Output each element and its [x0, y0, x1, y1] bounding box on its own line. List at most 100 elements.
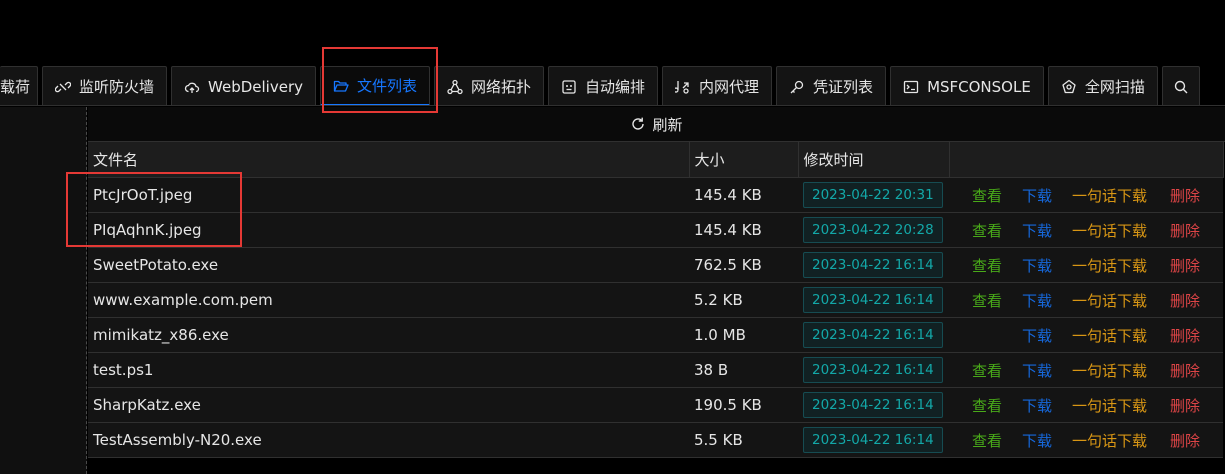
download-link[interactable]: 下载 — [1022, 430, 1072, 451]
tab-3[interactable]: 文件列表 — [319, 66, 430, 106]
modified-time-cell: 2023-04-22 16:14 — [798, 422, 949, 458]
tab-7[interactable]: 凭证列表 — [776, 66, 887, 106]
download-link[interactable]: 下载 — [1022, 395, 1072, 416]
tab-4[interactable]: 网络拓扑 — [434, 66, 545, 106]
oneliner-download-link[interactable]: 一句话下载 — [1072, 185, 1170, 206]
refresh-button[interactable]: 刷新 — [630, 114, 683, 135]
delete-link[interactable]: 删除 — [1170, 255, 1200, 276]
oneliner-download-link[interactable]: 一句话下载 — [1072, 430, 1170, 451]
file-toolbar: 刷新 — [88, 107, 1225, 142]
modified-time-tag: 2023-04-22 16:14 — [803, 252, 943, 278]
folder-open-icon — [333, 80, 349, 92]
tab-label: 监听防火墙 — [79, 78, 155, 96]
view-link[interactable]: 查看 — [972, 185, 1022, 206]
modified-time-cell: 2023-04-22 20:28 — [798, 212, 949, 248]
actions-cell: 查看 下载 一句话下载 删除 — [949, 352, 1223, 388]
tab-1[interactable]: 监听防火墙 — [42, 66, 168, 106]
tab-2[interactable]: WebDelivery — [171, 66, 316, 106]
column-header-size[interactable]: 大小 — [689, 142, 799, 178]
modified-time-cell: 2023-04-22 16:14 — [798, 352, 949, 388]
delete-link[interactable]: 删除 — [1170, 290, 1200, 311]
download-link[interactable]: 下载 — [1022, 185, 1072, 206]
actions-cell: 查看 下载 一句话下载 删除 — [949, 387, 1223, 423]
tab-label: 内网代理 — [699, 78, 760, 96]
modified-time-cell: 2023-04-22 16:14 — [798, 247, 949, 283]
tab-label: 网络拓扑 — [471, 78, 532, 96]
oneliner-download-link[interactable]: 一句话下载 — [1072, 360, 1170, 381]
download-link[interactable]: 下载 — [1022, 290, 1072, 311]
delete-link[interactable]: 删除 — [1170, 185, 1200, 206]
oneliner-download-link[interactable]: 一句话下载 — [1072, 395, 1170, 416]
modified-time-cell: 2023-04-22 20:31 — [798, 177, 949, 213]
oneliner-download-link[interactable]: 一句话下载 — [1072, 290, 1170, 311]
tab-bar: 载荷 监听防火墙 WebDelivery 文件列表 网络拓扑 自动编排 内网代理 凭证列表 MS… — [0, 66, 1225, 106]
modified-time-cell: 2023-04-22 16:14 — [798, 387, 949, 423]
search-icon — [1174, 80, 1188, 93]
download-link[interactable]: 下载 — [1022, 255, 1072, 276]
modified-time-tag: 2023-04-22 16:14 — [803, 357, 943, 383]
view-link[interactable]: 查看 — [972, 360, 1022, 381]
oneliner-download-link[interactable]: 一句话下载 — [1072, 255, 1170, 276]
delete-link[interactable]: 删除 — [1170, 325, 1200, 346]
table-row: SharpKatz.exe 190.5 KB 2023-04-22 16:14 查看下… — [88, 387, 1223, 423]
modified-time-tag: 2023-04-22 16:14 — [803, 322, 943, 348]
view-link[interactable]: 查看 — [972, 220, 1022, 241]
file-name-cell: PtcJrOoT.jpeg — [88, 177, 689, 213]
key-icon — [790, 80, 804, 93]
terminal-icon — [903, 80, 919, 93]
tab-label: 全网扫描 — [1084, 78, 1145, 96]
actions-cell: 查看 下载 一句话下载 删除 — [949, 177, 1223, 213]
view-link[interactable]: 查看 — [972, 290, 1022, 311]
delete-link[interactable]: 删除 — [1170, 220, 1200, 241]
file-name-cell: www.example.com.pem — [88, 282, 689, 318]
delete-link[interactable]: 删除 — [1170, 395, 1200, 416]
column-header-filename[interactable]: 文件名 — [88, 142, 690, 178]
modified-time-cell: 2023-04-22 16:14 — [798, 317, 949, 353]
file-size-cell: 5.5 KB — [689, 422, 798, 458]
actions-cell: 查看 下载 一句话下载 删除 — [949, 247, 1223, 283]
left-pane — [0, 107, 87, 474]
column-header-modified-time[interactable]: 修改时间 — [798, 142, 950, 178]
view-link[interactable]: 查看 — [972, 255, 1022, 276]
column-header-actions — [949, 142, 1224, 178]
tab-6[interactable]: 内网代理 — [662, 66, 773, 106]
modified-time-tag: 2023-04-22 16:14 — [803, 392, 943, 418]
tab-9[interactable]: 全网扫描 — [1047, 66, 1158, 106]
refresh-icon — [632, 117, 645, 130]
download-link[interactable]: 下载 — [1022, 220, 1072, 241]
tab-label: 载荷 — [0, 78, 31, 96]
tab-label: 凭证列表 — [813, 78, 874, 96]
table-row: test.ps1 38 B 2023-04-22 16:14 查看 下载 一句话下载 删除 — [88, 352, 1223, 388]
network-topology-icon — [447, 79, 463, 94]
view-link[interactable]: 查看 — [972, 430, 1022, 451]
actions-cell: 查看 下载 一句话下载 删除 — [949, 422, 1223, 458]
file-table: 文件名 大小 修改时间 PtcJrOoT.jpeg 145.4 KB 2023-04… — [88, 142, 1224, 458]
delete-link[interactable]: 删除 — [1170, 360, 1200, 381]
file-size-cell: 145.4 KB — [689, 212, 798, 248]
table-row: mimikatz_x86.exe 1.0 MB 2023-04-22 16:14 下载… — [88, 317, 1223, 353]
table-row: www.example.com.pem 5.2 KB 2023-04-22 16:1… — [88, 282, 1223, 318]
modified-time-tag: 2023-04-22 20:28 — [803, 217, 943, 243]
tab-8[interactable]: MSFCONSOLE — [890, 66, 1044, 106]
file-size-cell: 1.0 MB — [689, 317, 798, 353]
table-header-row: 文件名 大小 修改时间 — [88, 142, 1224, 178]
tab-0[interactable]: 载荷 — [0, 66, 38, 106]
refresh-label: 刷新 — [652, 115, 683, 134]
tab-5[interactable]: 自动编排 — [548, 66, 659, 106]
tab-overflow-button[interactable] — [1161, 66, 1200, 106]
oneliner-download-link[interactable]: 一句话下载 — [1072, 325, 1170, 346]
download-link[interactable]: 下载 — [1022, 325, 1072, 346]
actions-cell: 下载 一句话下载 删除 — [949, 317, 1223, 353]
file-size-cell: 190.5 KB — [689, 387, 798, 423]
download-link[interactable]: 下载 — [1022, 360, 1072, 381]
oneliner-download-link[interactable]: 一句话下载 — [1072, 220, 1170, 241]
file-name-cell: test.ps1 — [88, 352, 689, 388]
delete-link[interactable]: 删除 — [1170, 430, 1200, 451]
view-link[interactable]: 查看 — [972, 395, 1022, 416]
table-row: SweetPotato.exe 762.5 KB 2023-04-22 16:14 查… — [88, 247, 1223, 283]
file-size-cell: 5.2 KB — [689, 282, 798, 318]
cloud-upload-icon — [184, 82, 200, 93]
tab-label: 文件列表 — [356, 77, 417, 95]
tab-label: MSFCONSOLE — [927, 77, 1031, 96]
tab-label: 自动编排 — [585, 78, 646, 96]
